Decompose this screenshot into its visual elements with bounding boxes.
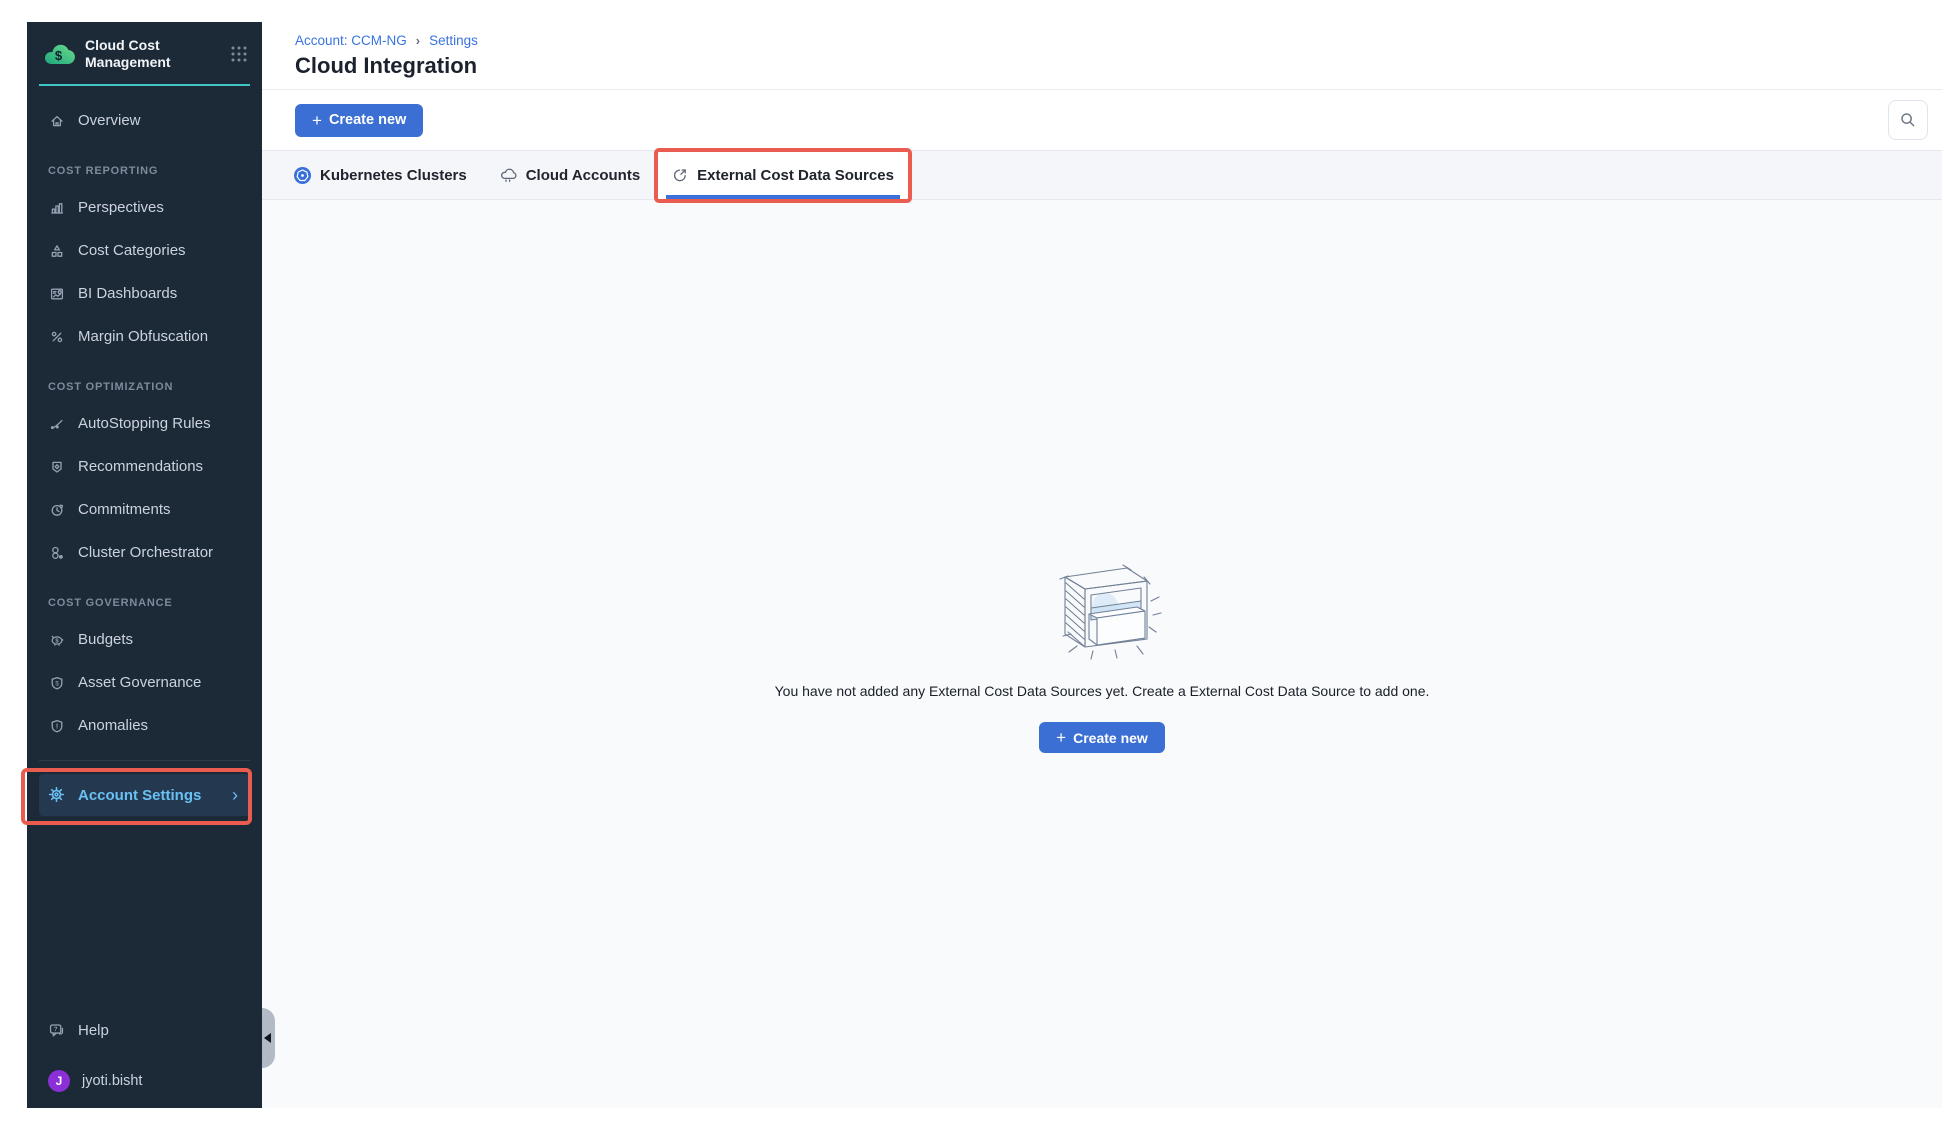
app-window: $ Cloud Cost Management Overv bbox=[27, 22, 1942, 1108]
create-new-label: Create new bbox=[1073, 730, 1148, 746]
sidebar-nav: Overview COST REPORTING Perspectives Cos… bbox=[27, 86, 262, 747]
main-area: Account: CCM-NG › Settings Cloud Integra… bbox=[262, 22, 1942, 1108]
sidebar-item-label: Overview bbox=[78, 112, 141, 129]
section-label-cost-optimization: COST OPTIMIZATION bbox=[27, 372, 262, 402]
help-chat-icon: ? bbox=[48, 1022, 65, 1039]
page-header: Account: CCM-NG › Settings Cloud Integra… bbox=[262, 22, 1942, 90]
sidebar-item-label: AutoStopping Rules bbox=[78, 415, 211, 432]
sidebar-item-cost-categories[interactable]: Cost Categories bbox=[27, 229, 262, 272]
sidebar-item-label: Budgets bbox=[78, 631, 133, 648]
sidebar-item-label: Cost Categories bbox=[78, 242, 186, 259]
section-label-cost-reporting: COST REPORTING bbox=[27, 156, 262, 186]
create-new-label: Create new bbox=[329, 112, 406, 128]
sidebar-item-label: Margin Obfuscation bbox=[78, 328, 208, 345]
user-name: jyoti.bisht bbox=[82, 1073, 142, 1089]
tab-label: External Cost Data Sources bbox=[697, 167, 894, 184]
content-area: You have not added any External Cost Dat… bbox=[262, 200, 1942, 1108]
shield-dollar-icon: $ bbox=[48, 674, 65, 691]
chevron-right-icon: › bbox=[232, 786, 238, 804]
breadcrumb-separator-icon: › bbox=[416, 33, 420, 48]
plus-icon: + bbox=[1056, 729, 1066, 746]
piggy-bank-icon: $ bbox=[48, 631, 65, 648]
sidebar-logo-row: $ Cloud Cost Management bbox=[27, 22, 262, 84]
empty-create-new-button[interactable]: + Create new bbox=[1039, 722, 1165, 753]
active-tab-indicator bbox=[666, 195, 900, 199]
svg-text:!: ! bbox=[55, 723, 57, 730]
sidebar-item-label: Commitments bbox=[78, 501, 171, 518]
cloud-cost-management-logo-icon: $ bbox=[41, 40, 75, 69]
autostopping-curve-icon bbox=[48, 415, 65, 432]
sidebar-item-label: BI Dashboards bbox=[78, 285, 177, 302]
percent-icon bbox=[48, 328, 65, 345]
sidebar-item-recommendations[interactable]: Recommendations bbox=[27, 445, 262, 488]
sidebar-item-autostopping-rules[interactable]: AutoStopping Rules bbox=[27, 402, 262, 445]
sidebar-item-label: Help bbox=[78, 1022, 109, 1039]
sidebar-item-account-settings[interactable]: Account Settings › bbox=[39, 774, 250, 816]
home-icon bbox=[48, 112, 65, 129]
search-icon bbox=[1899, 111, 1917, 129]
breadcrumb: Account: CCM-NG › Settings bbox=[295, 33, 1942, 48]
sidebar-item-anomalies[interactable]: ! Anomalies bbox=[27, 704, 262, 747]
empty-drawer-illustration bbox=[1039, 555, 1165, 667]
sidebar-item-label: Cluster Orchestrator bbox=[78, 544, 213, 561]
user-profile[interactable]: J jyoti.bisht bbox=[27, 1068, 262, 1094]
breadcrumb-settings-link[interactable]: Settings bbox=[429, 33, 478, 48]
clock-icon bbox=[48, 501, 65, 518]
category-shapes-icon bbox=[48, 242, 65, 259]
module-grid-icon[interactable] bbox=[230, 45, 248, 63]
tab-bar: Kubernetes Clusters Cloud Accounts bbox=[262, 150, 1942, 200]
sidebar-collapse-handle[interactable] bbox=[262, 1008, 275, 1068]
empty-state-message: You have not added any External Cost Dat… bbox=[775, 683, 1430, 699]
external-link-icon bbox=[672, 167, 688, 183]
collapse-arrow-icon bbox=[264, 1033, 271, 1043]
sidebar-item-label: Perspectives bbox=[78, 199, 164, 216]
cluster-circles-icon bbox=[48, 544, 65, 561]
sidebar-item-margin-obfuscation[interactable]: Margin Obfuscation bbox=[27, 315, 262, 358]
dashboard-icon bbox=[48, 285, 65, 302]
sidebar-item-overview[interactable]: Overview bbox=[27, 99, 262, 142]
sidebar-item-budgets[interactable]: $ Budgets bbox=[27, 618, 262, 661]
svg-text:?: ? bbox=[54, 1027, 58, 1033]
svg-text:$: $ bbox=[55, 681, 59, 687]
app-title: Cloud Cost Management bbox=[85, 37, 189, 72]
plus-icon: + bbox=[312, 112, 322, 129]
bar-chart-icon bbox=[48, 199, 65, 216]
tab-external-cost-data-sources[interactable]: External Cost Data Sources bbox=[656, 151, 910, 199]
search-button[interactable] bbox=[1888, 100, 1928, 140]
sidebar-item-label: Recommendations bbox=[78, 458, 203, 475]
tab-cloud-accounts[interactable]: Cloud Accounts bbox=[483, 151, 656, 199]
sidebar-item-bi-dashboards[interactable]: BI Dashboards bbox=[27, 272, 262, 315]
sidebar-item-perspectives[interactable]: Perspectives bbox=[27, 186, 262, 229]
avatar: J bbox=[48, 1070, 70, 1092]
empty-state: You have not added any External Cost Dat… bbox=[775, 555, 1430, 753]
cloud-icon bbox=[499, 167, 517, 183]
tab-label: Kubernetes Clusters bbox=[320, 167, 467, 184]
sidebar-footer: ? Help J jyoti.bisht bbox=[27, 996, 262, 1108]
svg-text:$: $ bbox=[55, 47, 63, 62]
toolbar: + Create new bbox=[262, 90, 1942, 150]
kubernetes-icon bbox=[294, 167, 311, 184]
page-title: Cloud Integration bbox=[295, 53, 1942, 79]
tab-label: Cloud Accounts bbox=[526, 167, 640, 184]
gear-icon bbox=[48, 786, 66, 804]
create-new-button[interactable]: + Create new bbox=[295, 104, 423, 137]
sidebar-item-help[interactable]: ? Help bbox=[27, 1009, 262, 1052]
sidebar-item-commitments[interactable]: Commitments bbox=[27, 488, 262, 531]
sidebar-divider bbox=[39, 760, 250, 761]
sidebar-item-label: Anomalies bbox=[78, 717, 148, 734]
sidebar-item-cluster-orchestrator[interactable]: Cluster Orchestrator bbox=[27, 531, 262, 574]
shield-alert-icon: ! bbox=[48, 717, 65, 734]
section-label-cost-governance: COST GOVERNANCE bbox=[27, 588, 262, 618]
sidebar-item-label: Asset Governance bbox=[78, 674, 201, 691]
sidebar: $ Cloud Cost Management Overv bbox=[27, 22, 262, 1108]
tab-kubernetes-clusters[interactable]: Kubernetes Clusters bbox=[278, 151, 483, 199]
breadcrumb-account-link[interactable]: Account: CCM-NG bbox=[295, 33, 407, 48]
sidebar-item-asset-governance[interactable]: $ Asset Governance bbox=[27, 661, 262, 704]
recommendation-tag-icon bbox=[48, 458, 65, 475]
sidebar-item-label: Account Settings bbox=[78, 787, 201, 804]
